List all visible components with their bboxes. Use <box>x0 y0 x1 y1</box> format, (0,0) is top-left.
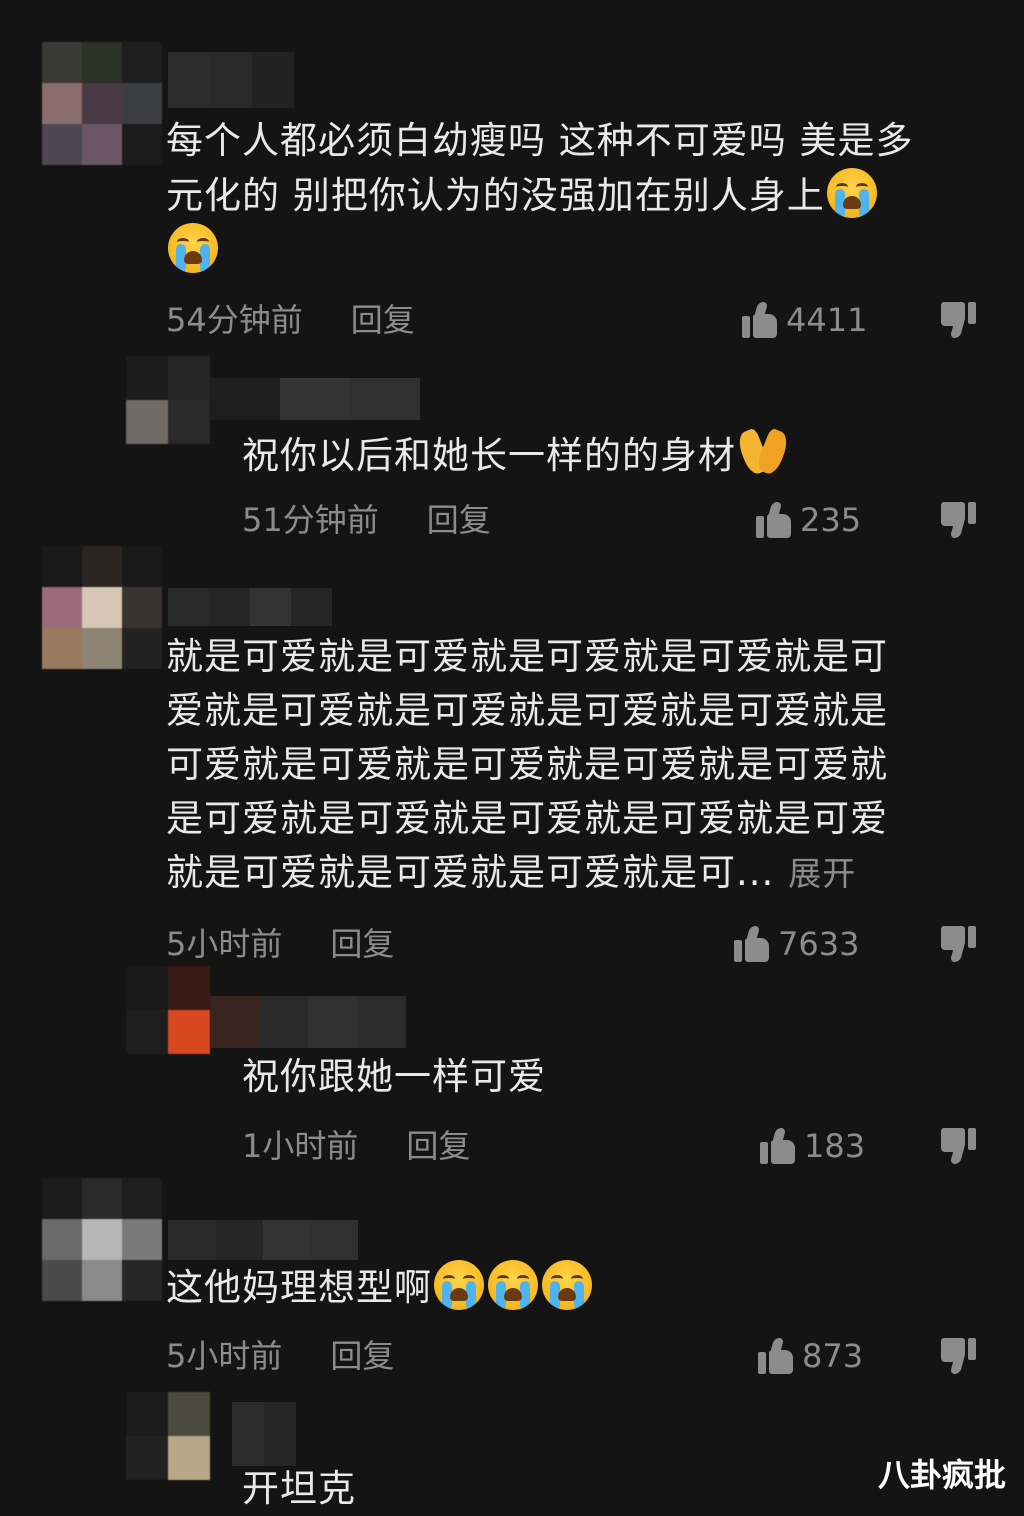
watermark: 八卦疯批 <box>877 1456 1006 1494</box>
dislike-button[interactable] <box>940 502 976 538</box>
like-count: 7633 <box>778 925 860 963</box>
username[interactable] <box>168 52 294 108</box>
comment-time: 51分钟前 <box>242 501 379 539</box>
avatar[interactable] <box>42 1178 162 1302</box>
reply-button[interactable]: 回复 <box>406 1127 470 1165</box>
comment-text: 开坦克 <box>242 1467 356 1510</box>
crying-face-icon <box>542 1260 592 1310</box>
comment-time: 5小时前 <box>166 1337 283 1375</box>
like-button[interactable]: 873 <box>758 1336 863 1376</box>
username[interactable] <box>168 588 332 626</box>
like-button[interactable]: 235 <box>756 500 861 540</box>
thumbs-up-icon <box>742 302 778 338</box>
comment-time: 5小时前 <box>166 925 283 963</box>
comment-text: 这他妈理想型啊 <box>166 1260 966 1315</box>
username[interactable] <box>232 1402 296 1466</box>
crying-face-icon <box>434 1260 484 1310</box>
like-count: 873 <box>802 1337 864 1375</box>
thumbs-up-icon <box>758 1338 794 1374</box>
thumbs-up-icon <box>734 926 770 962</box>
like-count: 235 <box>800 501 862 539</box>
dislike-button[interactable] <box>940 1338 976 1374</box>
reply-button[interactable]: 回复 <box>330 925 394 963</box>
folded-hands-icon <box>736 426 792 476</box>
comment-time: 1小时前 <box>242 1127 359 1165</box>
crying-face-icon <box>488 1260 538 1310</box>
comment-text: 祝你跟她一样可爱 <box>242 1055 546 1098</box>
dislike-button[interactable] <box>940 302 976 338</box>
comment-text: 每个人都必须白幼瘦吗 这种不可爱吗 美是多 元化的 别把你认为的没强加在别人身上 <box>166 114 996 278</box>
thumbs-up-icon <box>760 1128 796 1164</box>
dislike-button[interactable] <box>940 926 976 962</box>
crying-face-icon <box>168 223 218 273</box>
like-button[interactable]: 4411 <box>742 300 867 340</box>
like-button[interactable]: 7633 <box>734 924 859 964</box>
username[interactable] <box>210 996 406 1048</box>
avatar[interactable] <box>126 966 210 1054</box>
dislike-button[interactable] <box>940 1128 976 1164</box>
expand-link[interactable]: 展开 <box>788 854 856 893</box>
avatar[interactable] <box>42 546 162 670</box>
crying-face-icon <box>826 168 877 218</box>
avatar[interactable] <box>42 42 162 166</box>
username[interactable] <box>168 1220 358 1260</box>
like-button[interactable]: 183 <box>760 1126 865 1166</box>
like-count: 183 <box>804 1127 866 1165</box>
like-count: 4411 <box>786 301 868 339</box>
reply-button[interactable]: 回复 <box>330 1337 394 1375</box>
avatar[interactable] <box>126 1392 210 1480</box>
avatar[interactable] <box>126 356 210 444</box>
reply-button[interactable]: 回复 <box>427 501 491 539</box>
comment-time: 54分钟前 <box>166 301 303 339</box>
thumbs-up-icon <box>756 502 792 538</box>
reply-button[interactable]: 回复 <box>351 301 415 339</box>
comment-text: 祝你以后和她长一样的的身材 <box>242 426 982 483</box>
username[interactable] <box>210 378 420 420</box>
comment-text: 就是可爱就是可爱就是可爱就是可爱就是可 爱就是可爱就是可爱就是可爱就是可爱就是 … <box>166 635 888 894</box>
